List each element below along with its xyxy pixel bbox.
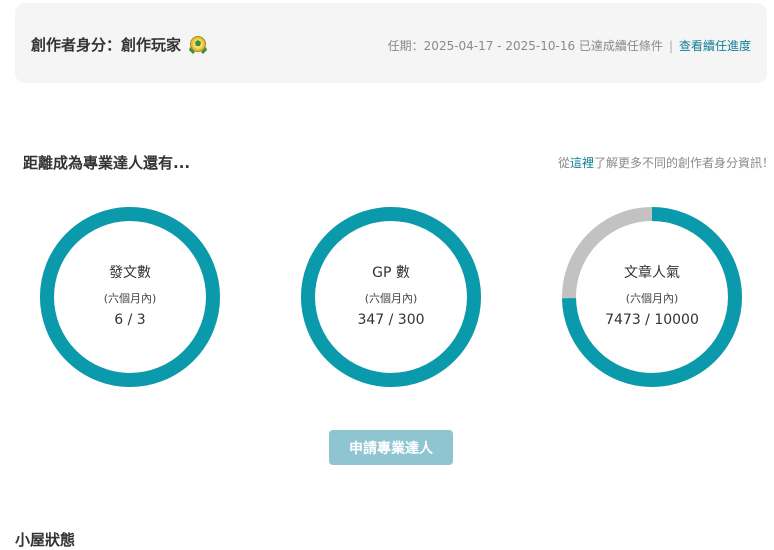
creator-identity-info-link[interactable]: 這裡 — [570, 156, 594, 170]
identity-title: 創作者身分：創作玩家 — [31, 36, 182, 54]
term-separator: | — [668, 38, 673, 53]
metric-value: 347 / 300 — [357, 312, 425, 328]
metric-label: GP 數 — [372, 265, 410, 281]
view-renewal-progress-link[interactable]: 查看續任進度 — [679, 37, 751, 54]
house-status-title: 小屋狀態 — [15, 531, 76, 549]
metric-period: (六個月內) — [103, 292, 157, 305]
metric-label: 文章人氣 — [624, 265, 680, 281]
apply-professional-button[interactable]: 申請專業達人 — [329, 430, 453, 465]
gp-count-ring: GP 數 (六個月內) 347 / 300 — [301, 207, 481, 387]
creator-identity-info: 從這裡了解更多不同的創作者身分資訊！ — [558, 154, 774, 171]
progress-section-title: 距離成為專業達人還有... — [23, 154, 191, 172]
metric-period: (六個月內) — [625, 292, 679, 305]
identity-card: 創作者身分：創作玩家 任期：2025-04-17 - 2025-10-16 已達… — [15, 3, 767, 83]
info-prefix: 從 — [557, 156, 570, 170]
metric-label: 發文數 — [109, 265, 151, 281]
post-count-ring: 發文數 (六個月內) 6 / 3 — [40, 207, 220, 387]
info-suffix: 了解更多不同的創作者身分資訊！ — [593, 156, 774, 170]
term-text: 任期：2025-04-17 - 2025-10-16 已達成續任條件 — [387, 39, 663, 53]
metric-value: 7473 / 10000 — [605, 312, 699, 328]
metric-period: (六個月內) — [364, 292, 418, 305]
term-info: 任期：2025-04-17 - 2025-10-16 已達成續任條件 | 查看續… — [388, 37, 751, 54]
identity-header: 創作者身分：創作玩家 — [31, 34, 209, 55]
metric-value: 6 / 3 — [114, 312, 146, 328]
article-popularity-ring: 文章人氣 (六個月內) 7473 / 10000 — [562, 207, 742, 387]
creator-badge-icon — [187, 35, 209, 55]
